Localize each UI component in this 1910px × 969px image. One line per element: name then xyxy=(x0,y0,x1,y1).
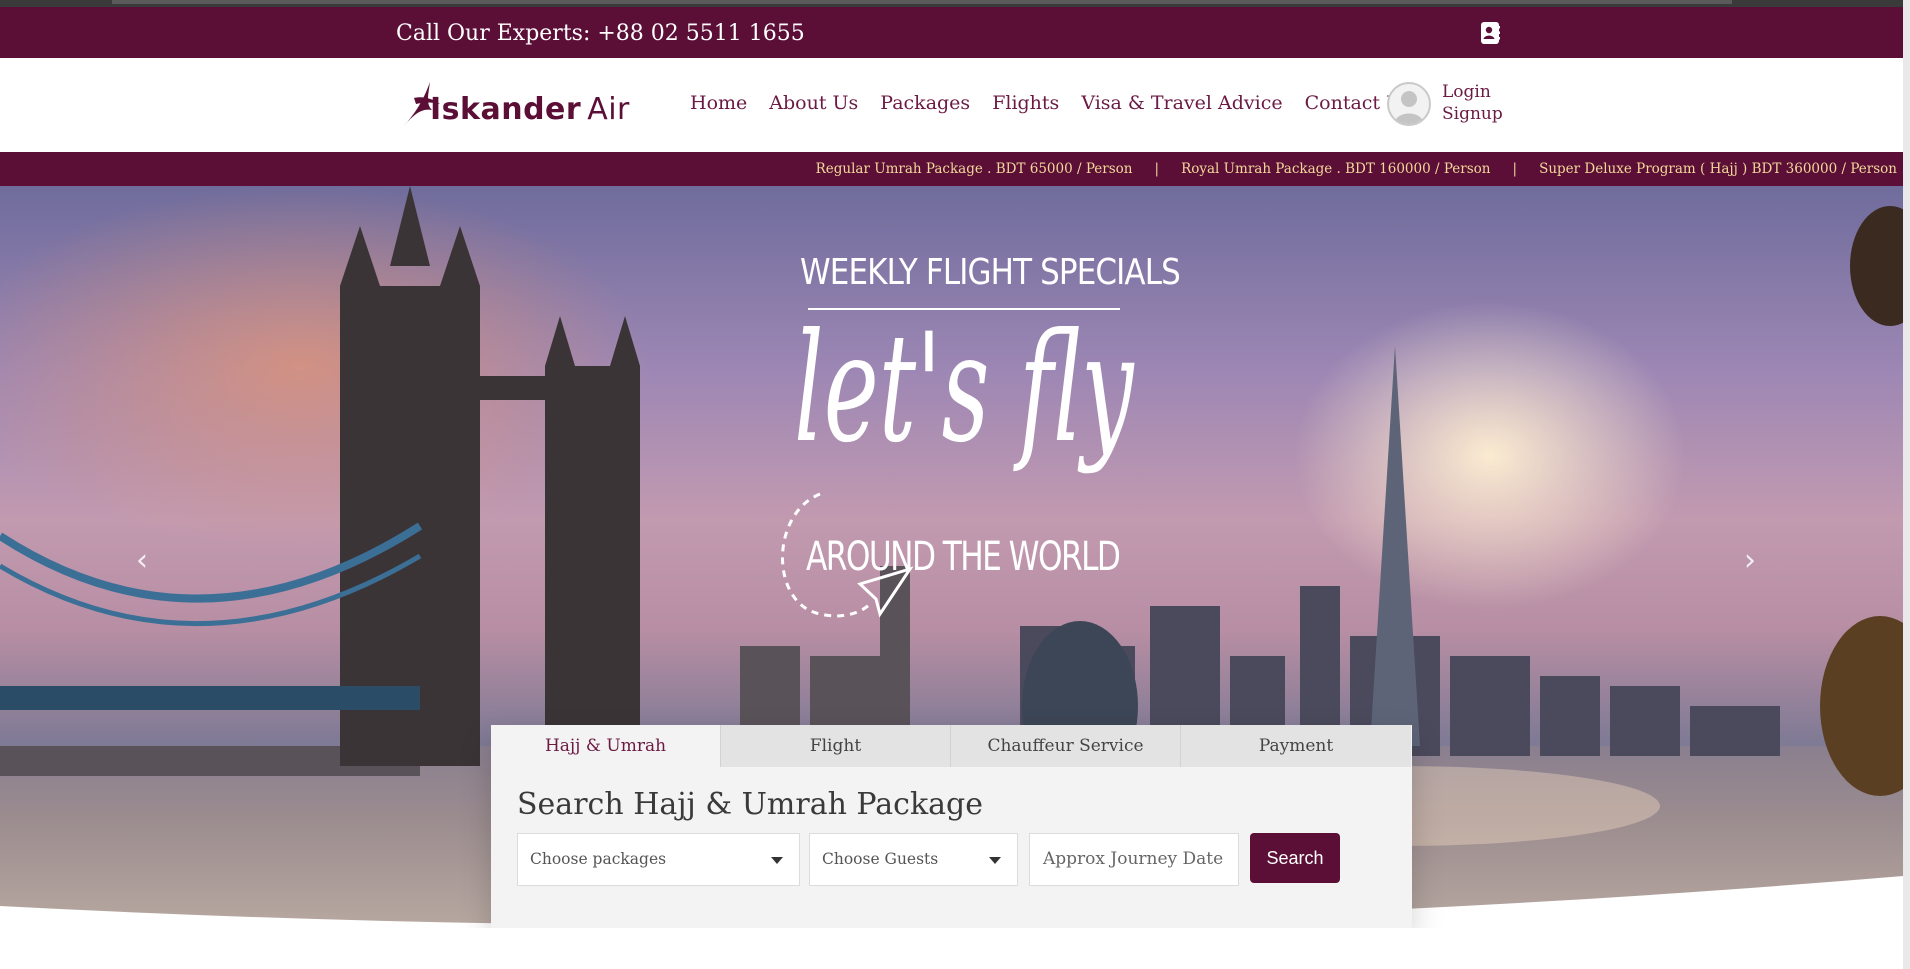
package-ticker: Regular Umrah Package . BDT 65000 / Pers… xyxy=(0,152,1903,186)
search-title: Search Hajj & Umrah Package xyxy=(517,787,983,822)
tab-flight[interactable]: Flight xyxy=(721,725,951,767)
contact-phone: Call Our Experts: +88 02 5511 1655 xyxy=(396,21,805,46)
chevron-left-icon[interactable]: ‹ xyxy=(136,543,148,578)
ticker-separator: | xyxy=(1512,161,1518,177)
nav-flights[interactable]: Flights xyxy=(992,92,1059,114)
packages-select-value: Choose packages xyxy=(530,850,667,868)
ticker-item[interactable]: Royal Umrah Package . BDT 160000 / Perso… xyxy=(1181,161,1490,177)
main-nav: Home About Us Packages Flights Visa & Tr… xyxy=(690,92,1434,114)
contact-card-icon[interactable] xyxy=(1478,21,1502,45)
nav-home[interactable]: Home xyxy=(690,92,747,114)
caret-down-icon xyxy=(989,857,1001,864)
browser-chrome-strip xyxy=(0,0,1910,7)
signup-link[interactable]: Signup xyxy=(1442,104,1503,124)
tab-payment[interactable]: Payment xyxy=(1181,725,1411,767)
nav-about-us[interactable]: About Us xyxy=(769,92,858,114)
ticker-item[interactable]: Super Deluxe Program ( Hajj ) BDT 360000… xyxy=(1539,161,1897,177)
guests-select-value: Choose Guests xyxy=(822,850,939,868)
account-menu: Login Signup xyxy=(1387,82,1547,128)
tab-chauffeur-service[interactable]: Chauffeur Service xyxy=(951,725,1181,767)
ticker-track: Regular Umrah Package . BDT 65000 / Pers… xyxy=(816,161,1897,177)
search-panel: Hajj & Umrah Flight Chauffeur Service Pa… xyxy=(491,725,1412,928)
user-avatar-icon[interactable] xyxy=(1387,82,1431,126)
page-scrollbar[interactable] xyxy=(1903,0,1910,969)
search-tabs: Hajj & Umrah Flight Chauffeur Service Pa… xyxy=(491,725,1412,767)
hero-tagline: let's fly xyxy=(794,302,1134,476)
top-contact-bar: Call Our Experts: +88 02 5511 1655 xyxy=(0,7,1903,58)
page-below-hero xyxy=(0,928,1903,969)
nav-packages[interactable]: Packages xyxy=(880,92,970,114)
guests-select[interactable]: Choose Guests xyxy=(809,833,1018,886)
hero-promo: WEEKLY FLIGHT SPECIALS let's fly AROUND … xyxy=(781,244,1181,618)
logo-brand: Iskander xyxy=(430,92,582,127)
hero-heading: WEEKLY FLIGHT SPECIALS xyxy=(800,252,1181,293)
iskander-air-logo[interactable]: Iskander Air xyxy=(400,74,629,134)
ticker-separator: | xyxy=(1154,161,1160,177)
paper-plane-icon xyxy=(781,492,914,618)
ticker-item[interactable]: Regular Umrah Package . BDT 65000 / Pers… xyxy=(816,161,1133,177)
nav-visa-travel-advice[interactable]: Visa & Travel Advice xyxy=(1081,92,1282,114)
caret-down-icon xyxy=(771,857,783,864)
logo-suffix: Air xyxy=(587,92,630,127)
search-button[interactable]: Search xyxy=(1250,833,1340,883)
logo-wordmark: Iskander Air xyxy=(430,92,630,127)
journey-date-placeholder: Approx Journey Date xyxy=(1043,849,1224,869)
journey-date-input[interactable]: Approx Journey Date xyxy=(1029,833,1239,886)
login-link[interactable]: Login xyxy=(1442,82,1491,102)
packages-select[interactable]: Choose packages xyxy=(517,833,800,886)
chevron-right-icon[interactable]: › xyxy=(1744,543,1756,578)
site-header: Iskander Air Home About Us Packages Fligh… xyxy=(0,58,1903,152)
tab-hajj-umrah[interactable]: Hajj & Umrah xyxy=(491,725,721,767)
